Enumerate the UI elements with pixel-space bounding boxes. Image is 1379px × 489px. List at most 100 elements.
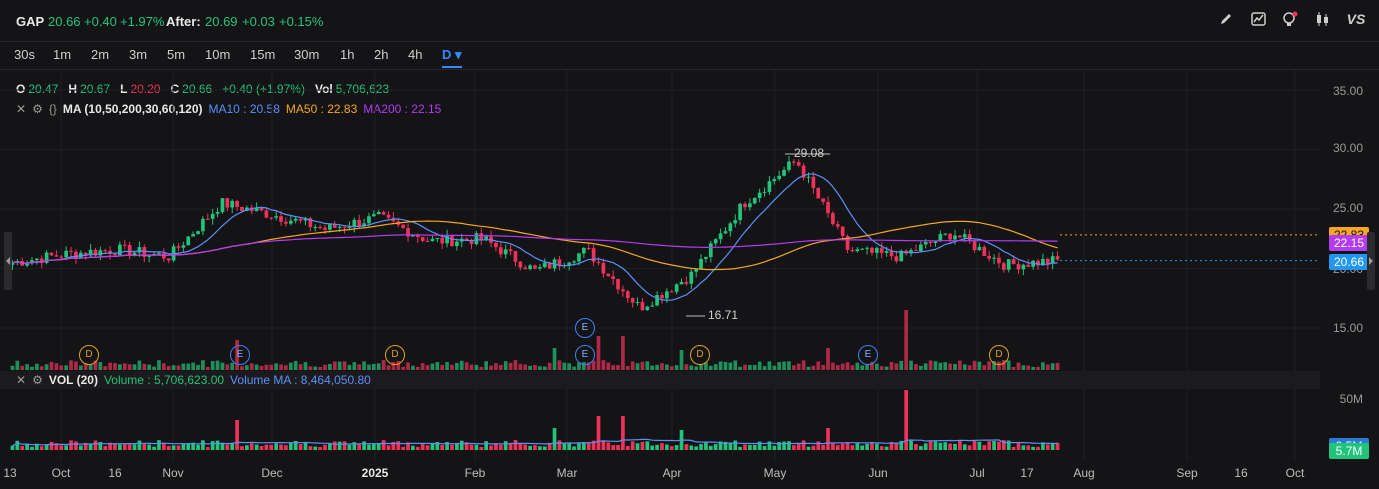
- volume-axis-label: 50M: [1339, 392, 1363, 406]
- vs-icon[interactable]: VS: [1345, 10, 1367, 28]
- candle: [840, 226, 845, 236]
- candle: [718, 233, 723, 240]
- volume-bar: [103, 366, 108, 370]
- volume-bar: [264, 444, 269, 450]
- ticker-symbol[interactable]: GAP: [16, 14, 44, 29]
- close-icon[interactable]: ✕: [16, 373, 26, 387]
- earnings-marker[interactable]: E: [575, 345, 595, 365]
- candlestick-icon[interactable]: [1313, 10, 1331, 28]
- volume-bar: [791, 365, 796, 370]
- volume-bar: [811, 445, 816, 450]
- volume-bar: [1021, 445, 1026, 450]
- interval-2m[interactable]: 2m: [91, 47, 109, 62]
- candle: [450, 234, 454, 247]
- volume-bar: [953, 443, 957, 450]
- interval-30m[interactable]: 30m: [294, 47, 319, 62]
- volume-bar: [630, 441, 635, 450]
- volume-bar: [752, 364, 757, 370]
- volume-bar: [371, 363, 376, 370]
- time-axis-label: Sep: [1176, 466, 1198, 480]
- volume-bar: [39, 366, 44, 370]
- candle: [684, 281, 689, 284]
- pencil-icon[interactable]: [1217, 10, 1235, 28]
- volume-bar: [665, 444, 669, 450]
- volume-bar: [264, 364, 269, 370]
- volume-bar: [181, 363, 186, 370]
- interval-3m[interactable]: 3m: [129, 47, 147, 62]
- volume-bar: [98, 362, 103, 370]
- scroll-left-handle[interactable]: [4, 232, 12, 290]
- candle: [958, 235, 962, 238]
- candle: [230, 200, 235, 208]
- volume-bar: [35, 363, 39, 370]
- volume-bar: [821, 364, 825, 370]
- volume-bar: [59, 365, 64, 370]
- interval-10m[interactable]: 10m: [205, 47, 230, 62]
- lightbulb-icon[interactable]: [1281, 10, 1299, 28]
- volume-bar: [386, 445, 391, 450]
- volume-bar: [552, 348, 557, 370]
- vol-indicator-name[interactable]: VOL (20): [49, 373, 98, 387]
- ma10-line: [12, 173, 1058, 301]
- candle: [977, 246, 982, 251]
- volume-bar: [215, 360, 220, 370]
- interval-5m[interactable]: 5m: [167, 47, 185, 62]
- candle: [279, 216, 283, 222]
- volume-bar: [323, 364, 327, 370]
- settings-icon[interactable]: ⚙: [32, 373, 43, 387]
- time-axis-label: 13: [3, 466, 17, 480]
- volume-bar: [147, 444, 152, 450]
- earnings-marker[interactable]: E: [858, 345, 878, 365]
- candle: [572, 261, 576, 263]
- price-axis-label: 35.00: [1332, 84, 1363, 98]
- volume-bar: [284, 445, 288, 450]
- volume-bar: [635, 363, 640, 370]
- volume-bar: [225, 364, 230, 370]
- candle: [601, 262, 606, 274]
- interval-15m[interactable]: 15m: [250, 47, 275, 62]
- scroll-right-handle[interactable]: [1367, 232, 1375, 290]
- volume-bar: [738, 366, 742, 370]
- volume-bar: [567, 443, 572, 450]
- dividend-marker[interactable]: D: [690, 345, 710, 365]
- interval-2h[interactable]: 2h: [374, 47, 388, 62]
- candle: [630, 298, 635, 303]
- interval-bar: 30s 1m 2m 3m 5m 10m 15m 30m 1h 2h 4h D ▾: [0, 42, 1379, 70]
- interval-30s[interactable]: 30s: [14, 47, 35, 62]
- volume-bar: [352, 362, 357, 370]
- dividend-marker[interactable]: D: [79, 345, 99, 365]
- volume-bar: [411, 365, 415, 370]
- interval-1h[interactable]: 1h: [340, 47, 354, 62]
- volume-bar: [313, 366, 318, 370]
- volume-bar: [342, 441, 347, 450]
- volume-bar: [347, 444, 352, 450]
- chart-compare-icon[interactable]: [1249, 10, 1267, 28]
- volume-bar: [928, 360, 933, 370]
- candle: [987, 255, 992, 259]
- candle: [860, 248, 865, 250]
- candle: [821, 198, 825, 202]
- volume-bar: [479, 446, 484, 450]
- volume-bar: [1050, 363, 1055, 370]
- earnings-marker[interactable]: E: [230, 345, 250, 365]
- candle: [972, 241, 977, 251]
- volume-bar: [528, 365, 532, 370]
- dividend-marker[interactable]: D: [385, 345, 405, 365]
- interval-1m[interactable]: 1m: [53, 47, 71, 62]
- interval-4h[interactable]: 4h: [408, 47, 422, 62]
- candle: [74, 251, 78, 259]
- top-bar: GAP 20.66 +0.40 +1.97% After: 20.69 +0.0…: [0, 0, 1379, 42]
- price-chart[interactable]: [0, 70, 1320, 465]
- earnings-marker[interactable]: E: [575, 318, 595, 338]
- volume-bar: [538, 366, 542, 370]
- volume-bar: [606, 442, 611, 450]
- volume-bar: [811, 365, 816, 370]
- volume-bar: [1026, 365, 1031, 370]
- candle: [767, 181, 772, 192]
- dividend-marker[interactable]: D: [989, 345, 1009, 365]
- volume-bar: [596, 336, 601, 370]
- interval-D[interactable]: D ▾: [442, 47, 462, 68]
- volume-bar: [538, 446, 542, 450]
- candle: [679, 281, 684, 285]
- candle: [225, 198, 230, 208]
